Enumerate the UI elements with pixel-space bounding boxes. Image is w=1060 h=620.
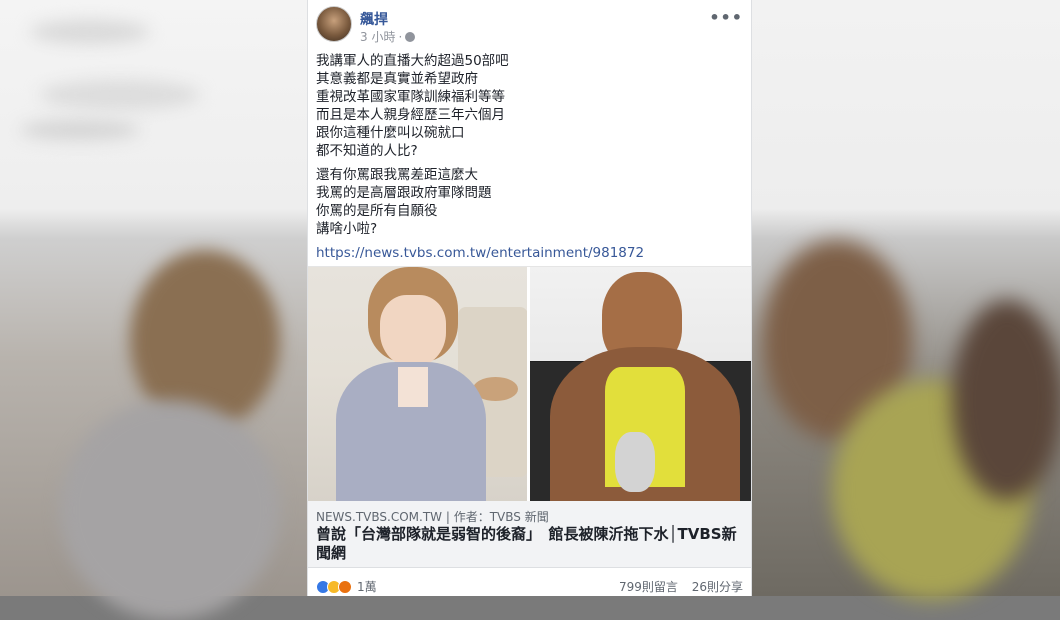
- photo-shape: [398, 367, 428, 407]
- post-body: 我講軍人的直播大約超過50部吧 其意義都是真實並希望政府 重視改革國家軍隊訓練福…: [316, 52, 736, 262]
- preview-headline[interactable]: 曾說「台灣部隊就是弱智的後裔」 館長被陳沂拖下水│TVBS新聞網: [316, 525, 744, 563]
- blurred-background-right: [752, 0, 1060, 600]
- reactions-summary[interactable]: 1萬: [316, 578, 377, 595]
- preview-domain: NEWS.TVBS.COM.TW | 作者：TVBS 新聞: [316, 510, 549, 524]
- blur-shape: [30, 20, 150, 44]
- photo-shape: [380, 295, 446, 367]
- globe-icon: [405, 31, 416, 42]
- preview-photo-man: [530, 267, 751, 502]
- post-time[interactable]: 3 小時: [360, 28, 395, 45]
- text-line: 我講軍人的直播大約超過50部吧: [316, 53, 509, 69]
- paragraph-1: 我講軍人的直播大約超過50部吧 其意義都是真實並希望政府 重視改革國家軍隊訓練福…: [316, 52, 736, 160]
- text-line: 你罵的是所有自願役: [316, 203, 438, 219]
- blurred-background-left: [0, 0, 307, 620]
- text-line: 還有你罵跟我罵差距這麼大: [316, 167, 478, 183]
- text-line: 而且是本人親身經歷三年六個月: [316, 107, 505, 123]
- post-footer: 1萬 799則留言 26則分享: [316, 576, 743, 594]
- post-meta: 3 小時 ·: [360, 28, 416, 45]
- link-preview-caption[interactable]: NEWS.TVBS.COM.TW | 作者：TVBS 新聞 曾說「台灣部隊就是弱…: [308, 501, 751, 568]
- reactions-count: 1萬: [357, 580, 377, 594]
- text-line: 跟你這種什麼叫以碗就口: [316, 125, 465, 141]
- engagement-stats: 799則留言 26則分享: [609, 578, 743, 595]
- meta-separator: ·: [398, 29, 403, 44]
- blur-shape: [60, 400, 280, 620]
- text-line: 講啥小啦?: [316, 221, 378, 237]
- preview-photo-woman: [308, 267, 527, 502]
- link-preview-image[interactable]: [308, 266, 751, 502]
- text-line: 重視改革國家軍隊訓練福利等等: [316, 89, 505, 105]
- paragraph-2: 還有你罵跟我罵差距這麼大 我罵的是高層跟政府軍隊問題 你罵的是所有自願役 講啥小…: [316, 166, 736, 238]
- blur-shape: [952, 300, 1060, 500]
- blur-shape: [20, 120, 140, 140]
- post-header: 飆捍 3 小時 · •••: [316, 6, 743, 46]
- author-name[interactable]: 飆捍: [360, 9, 388, 29]
- post-card: 飆捍 3 小時 · ••• 我講軍人的直播大約超過50部吧 其意義都是真實並希望…: [307, 0, 752, 596]
- text-line: 其意義都是真實並希望政府: [316, 71, 478, 87]
- shares-count[interactable]: 26則分享: [692, 580, 743, 594]
- text-line: 都不知道的人比?: [316, 143, 418, 159]
- photo-shape: [615, 432, 655, 492]
- more-options-icon[interactable]: •••: [709, 8, 743, 27]
- post-link[interactable]: https://news.tvbs.com.tw/entertainment/9…: [316, 244, 736, 262]
- comments-count[interactable]: 799則留言: [619, 580, 678, 594]
- blur-shape: [40, 80, 200, 110]
- angry-icon: [338, 579, 352, 594]
- avatar[interactable]: [316, 6, 352, 42]
- text-line: 我罵的是高層跟政府軍隊問題: [316, 185, 492, 201]
